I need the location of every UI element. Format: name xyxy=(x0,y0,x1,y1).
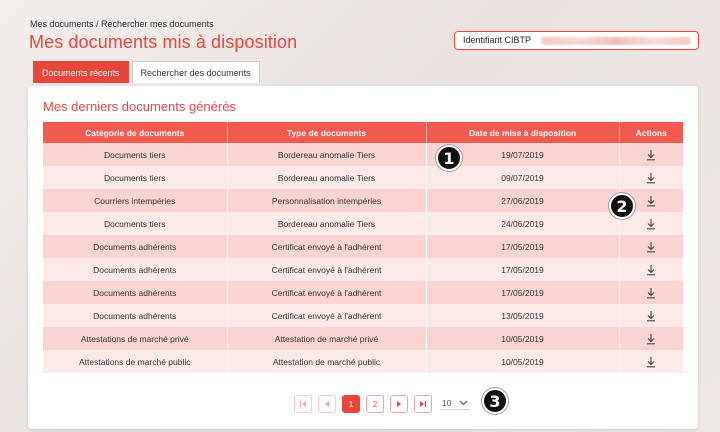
cell-type: Personnalisation intempéries xyxy=(227,189,427,212)
last-page-icon xyxy=(420,401,426,407)
download-icon[interactable] xyxy=(645,333,657,345)
last-page-button[interactable] xyxy=(414,395,432,413)
identifier-value-redacted xyxy=(541,36,692,45)
prev-page-icon xyxy=(325,401,329,407)
page-button-1[interactable]: 1 xyxy=(342,395,360,413)
table-row: Attestations de marché privé Attestation … xyxy=(43,327,683,350)
column-header-type[interactable]: Type de documents xyxy=(227,122,427,143)
cell-category: Courriers intempéries xyxy=(43,189,228,212)
cell-category: Attestations de marché privé xyxy=(43,327,228,350)
cell-category: Documents tiers xyxy=(43,143,228,166)
table-row: Courriers intempéries Personnalisation in… xyxy=(43,189,683,212)
cell-date: 24/06/2019 xyxy=(426,212,620,235)
cell-category: Documents tiers xyxy=(43,166,228,189)
documents-panel: Mes derniers documents générés Catégorie… xyxy=(28,86,698,429)
cell-actions xyxy=(619,166,683,189)
cell-category: Documents tiers xyxy=(43,212,228,235)
tab-recent-documents[interactable]: Documents récents xyxy=(33,61,129,83)
tab-bar: Documents récents Rechercher des documen… xyxy=(33,61,260,83)
cell-date: 10/05/2019 xyxy=(426,327,620,350)
breadcrumb[interactable]: Mes documents / Rechercher mes documents xyxy=(30,19,214,29)
cell-date: 17/05/2019 xyxy=(426,258,620,281)
cell-category: Documents adhérents xyxy=(43,304,228,327)
download-icon[interactable] xyxy=(645,149,657,161)
page-size-select[interactable]: 10 xyxy=(440,398,471,410)
table-row: Documents adhérents Certificat envoyé à l… xyxy=(43,281,683,304)
cell-category: Documents adhérents xyxy=(43,281,228,304)
callout-badge-3: 3 xyxy=(482,388,508,414)
chevron-down-icon xyxy=(460,400,468,406)
prev-page-button[interactable] xyxy=(318,395,336,413)
table-row: Documents adhérents Certificat envoyé à l… xyxy=(43,258,683,281)
cell-category: Documents adhérents xyxy=(43,235,228,258)
cell-category: Attestations de marché public xyxy=(43,350,228,373)
column-header-category[interactable]: Catégorie de documents xyxy=(43,122,228,143)
cell-actions xyxy=(619,281,683,304)
download-icon[interactable] xyxy=(645,264,657,276)
cell-actions xyxy=(619,350,683,373)
cell-date: 10/05/2019 xyxy=(426,350,620,373)
download-icon[interactable] xyxy=(645,195,657,207)
cell-type: Attestation de marché public xyxy=(227,350,427,373)
download-icon[interactable] xyxy=(645,218,657,230)
cell-date: 13/05/2019 xyxy=(426,304,620,327)
cell-date: 17/05/2019 xyxy=(426,235,620,258)
download-icon[interactable] xyxy=(645,172,657,184)
table-row: Documents tiers Bordereau anomalie Tiers 0… xyxy=(43,166,683,189)
download-icon[interactable] xyxy=(645,356,657,368)
cell-type: Bordereau anomalie Tiers xyxy=(227,166,427,189)
download-icon[interactable] xyxy=(645,310,657,322)
column-header-date[interactable]: Date de mise à disposition xyxy=(426,122,620,143)
cell-type: Certificat envoyé à l'adhérent xyxy=(227,258,427,281)
pagination: 1 2 10 xyxy=(294,395,471,413)
table-row: Documents adhérents Certificat envoyé à l… xyxy=(43,235,683,258)
cell-actions xyxy=(619,304,683,327)
download-icon[interactable] xyxy=(645,241,657,253)
callout-badge-2: 2 xyxy=(609,193,635,219)
cell-type: Attestation de marché privé xyxy=(227,327,427,350)
identifier-label: Identifiant CIBTP xyxy=(463,35,532,45)
page-button-2[interactable]: 2 xyxy=(366,395,384,413)
documents-table: Catégorie de documents Type de documents… xyxy=(43,122,683,373)
cell-actions xyxy=(619,235,683,258)
cell-type: Certificat envoyé à l'adhérent xyxy=(227,235,427,258)
section-title: Mes derniers documents générés xyxy=(43,99,236,114)
first-page-button[interactable] xyxy=(294,395,312,413)
cell-type: Bordereau anomalie Tiers xyxy=(227,212,427,235)
cell-date: 17/05/2019 xyxy=(426,281,620,304)
page-size-value: 10 xyxy=(442,398,452,408)
identifier-field: Identifiant CIBTP xyxy=(454,31,699,50)
table-body: Documents tiers Bordereau anomalie Tiers 1… xyxy=(43,143,683,373)
download-icon[interactable] xyxy=(645,287,657,299)
cell-type: Bordereau anomalie Tiers xyxy=(227,143,427,166)
next-page-button[interactable] xyxy=(390,395,408,413)
first-page-icon xyxy=(300,401,306,407)
cell-category: Documents adhérents xyxy=(43,258,228,281)
cell-actions xyxy=(619,327,683,350)
column-header-actions: Actions xyxy=(619,122,683,143)
cell-type: Certificat envoyé à l'adhérent xyxy=(227,281,427,304)
table-row: Attestations de marché public Attestation… xyxy=(43,350,683,373)
next-page-icon xyxy=(397,401,401,407)
page-title: Mes documents mis à disposition xyxy=(29,32,298,52)
table-row: Documents adhérents Certificat envoyé à l… xyxy=(43,304,683,327)
cell-actions xyxy=(619,258,683,281)
table-header-row: Catégorie de documents Type de documents… xyxy=(43,122,683,143)
table-row: Documents tiers Bordereau anomalie Tiers 2… xyxy=(43,212,683,235)
cell-actions xyxy=(619,143,683,166)
table-row: Documents tiers Bordereau anomalie Tiers 1… xyxy=(43,143,683,166)
tab-search-documents[interactable]: Rechercher des documents xyxy=(131,61,260,83)
cell-date: 27/06/2019 xyxy=(426,189,620,212)
callout-badge-1: 1 xyxy=(436,145,462,171)
cell-type: Certificat envoyé à l'adhérent xyxy=(227,304,427,327)
